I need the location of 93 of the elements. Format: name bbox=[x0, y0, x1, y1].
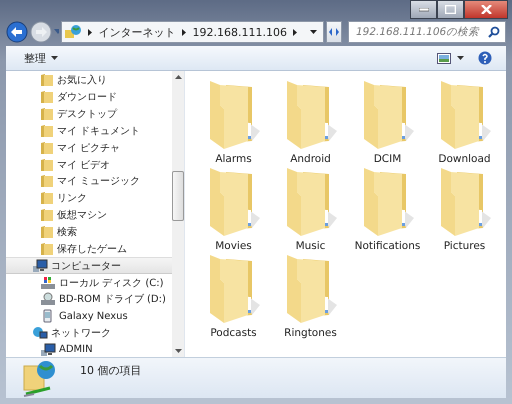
folder-item[interactable]: Music bbox=[272, 166, 349, 253]
caret-icon bbox=[51, 56, 58, 60]
tree-item[interactable]: Galaxy Nexus bbox=[6, 308, 172, 325]
folder-name: Movies bbox=[215, 240, 252, 252]
folder-icon bbox=[208, 79, 260, 151]
search-field[interactable]: 192.168.111.106の検索 bbox=[348, 21, 506, 43]
folder-name: Alarms bbox=[215, 153, 252, 165]
folder-icon bbox=[40, 191, 54, 206]
folder-icon bbox=[40, 73, 54, 88]
back-button[interactable] bbox=[6, 21, 28, 43]
folder-item[interactable]: Podcasts bbox=[195, 253, 272, 340]
disc-drive-icon bbox=[40, 292, 56, 306]
view-icon[interactable] bbox=[437, 52, 451, 64]
tree-item[interactable]: 保存したゲーム bbox=[6, 240, 172, 258]
scroll-down-icon[interactable] bbox=[174, 349, 182, 353]
folder-icon bbox=[40, 124, 54, 138]
tree-item[interactable]: 検索 bbox=[6, 224, 172, 240]
folder-icon bbox=[40, 242, 54, 256]
close-button[interactable] bbox=[464, 0, 508, 19]
folder-name: Download bbox=[438, 153, 491, 165]
folder-icon bbox=[40, 158, 54, 172]
tree-item[interactable]: マイ ビデオ bbox=[6, 156, 172, 174]
tree-item[interactable]: ネットワーク bbox=[6, 324, 172, 342]
tree-item[interactable]: 仮想マシン bbox=[6, 206, 172, 224]
folder-name: Notifications bbox=[354, 240, 420, 252]
folder-item[interactable]: Notifications bbox=[349, 166, 426, 253]
scroll-thumb[interactable] bbox=[172, 171, 184, 221]
folder-name: Pictures bbox=[444, 240, 486, 252]
maximize-button[interactable] bbox=[437, 0, 464, 19]
folder-icon bbox=[284, 166, 336, 238]
tree-item[interactable]: ダウンロード bbox=[6, 88, 172, 106]
chevron-icon bbox=[88, 28, 93, 36]
tree-item[interactable]: マイ ドキュメント bbox=[6, 122, 172, 140]
tree-item[interactable]: マイ ミュージック bbox=[6, 173, 172, 190]
folder-icon bbox=[208, 253, 260, 325]
folder-item[interactable]: DCIM bbox=[349, 79, 426, 166]
folder-icon bbox=[284, 253, 336, 325]
tree-item[interactable]: コンピューター bbox=[6, 257, 172, 274]
search-icon bbox=[488, 26, 500, 38]
folder-icon bbox=[40, 90, 54, 104]
folder-icon bbox=[40, 174, 54, 188]
folder-item[interactable]: Movies bbox=[195, 166, 272, 253]
folder-name: Android bbox=[290, 153, 331, 165]
refresh-icon bbox=[327, 26, 341, 38]
breadcrumb[interactable]: インターネット bbox=[98, 24, 176, 40]
folder-name: DCIM bbox=[374, 153, 402, 165]
computer-icon bbox=[32, 258, 48, 273]
tree-item[interactable]: お気に入り bbox=[6, 72, 172, 89]
disk-drive-icon bbox=[40, 276, 56, 290]
folder-icon bbox=[362, 79, 414, 151]
network-icon bbox=[64, 24, 82, 40]
address-bar[interactable]: インターネット 192.168.111.106 bbox=[60, 21, 324, 43]
folder-icon bbox=[284, 79, 336, 151]
maximize-icon bbox=[445, 5, 456, 14]
refresh-button[interactable] bbox=[326, 21, 342, 43]
folder-item[interactable]: Pictures bbox=[426, 166, 503, 253]
folder-name: Podcasts bbox=[210, 327, 257, 339]
tree-item[interactable]: デスクトップ bbox=[6, 106, 172, 123]
minimize-icon bbox=[418, 8, 428, 12]
help-icon[interactable] bbox=[478, 51, 492, 65]
folder-item[interactable]: Alarms bbox=[195, 79, 272, 166]
dropdown-icon[interactable] bbox=[310, 30, 317, 34]
folder-name: Ringtones bbox=[284, 327, 337, 339]
folder-item[interactable]: Download bbox=[426, 79, 503, 166]
folder-item[interactable]: Ringtones bbox=[272, 253, 349, 340]
item-count: 10 個の項目 bbox=[80, 363, 142, 378]
folder-name: Music bbox=[296, 240, 326, 252]
tree-item[interactable]: ローカル ディスク (C:) bbox=[6, 274, 172, 291]
chevron-icon bbox=[293, 28, 298, 36]
folder-icon bbox=[438, 166, 490, 238]
minimize-button[interactable] bbox=[410, 0, 437, 19]
caret-icon[interactable] bbox=[457, 56, 464, 60]
network-icon bbox=[32, 326, 48, 340]
folder-icon bbox=[40, 208, 54, 222]
breadcrumb[interactable]: 192.168.111.106 bbox=[192, 26, 287, 38]
close-icon bbox=[480, 5, 492, 14]
chevron-icon bbox=[182, 28, 187, 36]
folder-icon bbox=[40, 225, 54, 240]
tree-item[interactable]: リンク bbox=[6, 190, 172, 207]
scroll-up-icon[interactable] bbox=[174, 75, 182, 79]
folder-icon bbox=[438, 79, 490, 151]
forward-button[interactable] bbox=[30, 21, 52, 43]
folder-icon bbox=[40, 140, 54, 155]
organize-menu-button[interactable]: 整理 bbox=[20, 48, 62, 68]
tree-item[interactable]: マイ ピクチャ bbox=[6, 139, 172, 156]
scrollbar[interactable] bbox=[172, 71, 184, 357]
tree-item[interactable]: BD-ROM ドライブ (D:) bbox=[6, 290, 172, 308]
folder-icon bbox=[40, 107, 54, 122]
folder-icon bbox=[362, 166, 414, 238]
tree-item[interactable]: ADMIN bbox=[6, 342, 172, 357]
folder-icon bbox=[208, 166, 260, 238]
computer-icon bbox=[40, 342, 56, 357]
folder-item[interactable]: Android bbox=[272, 79, 349, 166]
